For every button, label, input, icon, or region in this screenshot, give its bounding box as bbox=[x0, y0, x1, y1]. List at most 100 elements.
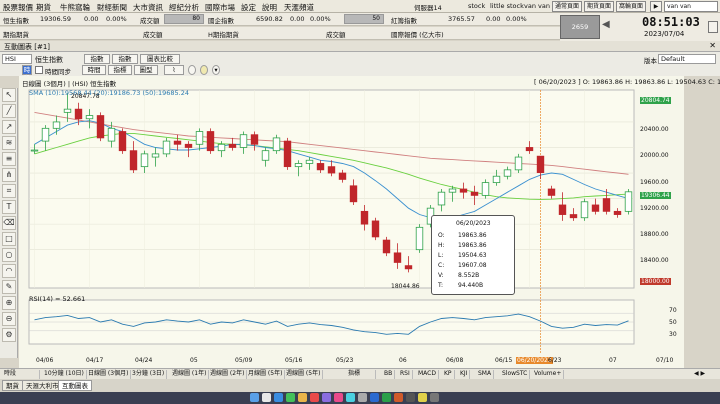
tab-futures[interactable]: 期貨 bbox=[2, 380, 23, 391]
drawing-toolbar: ↖ ╱ ↗ ≋ ≡ ⋔ ⌗ T ⌫ □ ○ ◠ ✎ ⊕ ⊖ ⚙ bbox=[0, 88, 18, 358]
period-item[interactable]: 月線圖 (5年) bbox=[246, 370, 286, 379]
chart-area[interactable]: 日線圖 (3個月) | (HSI) 恒生指數 [ 06/20/2023 ] O:… bbox=[19, 76, 720, 368]
safari-icon[interactable] bbox=[274, 393, 283, 402]
color-circle-icon[interactable] bbox=[200, 65, 208, 75]
music-icon[interactable] bbox=[334, 393, 343, 402]
menu-item[interactable]: 經紀分析 bbox=[169, 2, 199, 13]
messages-icon[interactable] bbox=[286, 393, 295, 402]
calendar-icon[interactable] bbox=[310, 393, 319, 402]
settings-icon[interactable] bbox=[358, 393, 367, 402]
text-tool-icon[interactable]: T bbox=[2, 200, 16, 214]
indicator-button[interactable]: 指標 bbox=[108, 65, 132, 75]
scroll-arrows-icon[interactable]: ◀ ▶ bbox=[692, 370, 707, 379]
channel-tool-icon[interactable]: ≋ bbox=[2, 136, 16, 150]
podcast-icon[interactable] bbox=[322, 393, 331, 402]
candle-body bbox=[283, 140, 292, 168]
candle-body bbox=[96, 115, 105, 139]
period-dropdown[interactable]: 時段 bbox=[2, 370, 40, 379]
square-tool-icon[interactable]: □ bbox=[2, 232, 16, 246]
index-list-button[interactable]: 指數 bbox=[112, 54, 138, 64]
time-button[interactable]: 時間 bbox=[82, 65, 106, 75]
menu-item[interactable]: 大市資訊 bbox=[133, 2, 163, 13]
color-circle-icon[interactable] bbox=[188, 65, 196, 75]
launchpad-icon[interactable] bbox=[262, 393, 271, 402]
menu-item[interactable]: 國際市場 bbox=[205, 2, 235, 13]
close-icon[interactable]: ✕ bbox=[709, 41, 716, 50]
period-button[interactable]: 時段 bbox=[22, 65, 32, 82]
indicator-item[interactable]: SMA bbox=[476, 370, 495, 379]
sync-checkbox[interactable] bbox=[35, 66, 43, 74]
arc-tool-icon[interactable]: ◠ bbox=[2, 264, 16, 278]
finder-icon[interactable] bbox=[250, 393, 259, 402]
circle-tool-icon[interactable]: ○ bbox=[2, 248, 16, 262]
menu-item[interactable]: 股票報價 bbox=[3, 2, 33, 13]
indicator-item[interactable]: SlowSTC bbox=[500, 370, 531, 379]
warrant-page-button[interactable]: 窩輪頁面 bbox=[616, 1, 646, 12]
zoom-out-icon[interactable]: ⊖ bbox=[2, 312, 16, 326]
candle-body bbox=[503, 169, 512, 177]
cursor-icon[interactable]: ↖ bbox=[2, 88, 16, 102]
pencil-icon[interactable]: ✎ bbox=[2, 280, 16, 294]
period-item[interactable]: 週線圖 (2年) bbox=[208, 370, 248, 379]
period-item[interactable]: 日線圖 (3個月) bbox=[86, 370, 132, 379]
symbol-input[interactable]: HSI bbox=[2, 54, 32, 64]
chevron-down-icon[interactable]: ▾ bbox=[212, 65, 220, 75]
tab-tianhui[interactable]: 天滙大利市 bbox=[22, 380, 63, 391]
y-label: 18800.00 bbox=[640, 231, 669, 238]
os-dock bbox=[0, 392, 720, 404]
word-icon[interactable] bbox=[370, 393, 379, 402]
version-select[interactable]: Default bbox=[658, 54, 716, 64]
chart-type-button[interactable]: 圖型 bbox=[134, 65, 158, 75]
indicator-item[interactable]: KJI bbox=[458, 370, 471, 379]
indicator-item[interactable]: BB bbox=[382, 370, 396, 379]
terminal-icon[interactable] bbox=[406, 393, 415, 402]
index-button[interactable]: 指數 bbox=[84, 54, 110, 64]
excel-icon[interactable] bbox=[382, 393, 391, 402]
expand-icon[interactable] bbox=[708, 21, 718, 33]
period-item[interactable]: 3分鐘 (3日) bbox=[130, 370, 168, 379]
line-tool-icon[interactable]: ╱ bbox=[2, 104, 16, 118]
line-chart-icon[interactable]: ⌇ bbox=[164, 65, 184, 75]
market-toggle[interactable]: 2659 bbox=[560, 15, 600, 39]
menu-item[interactable]: 設定 bbox=[241, 2, 256, 13]
settings-icon[interactable]: ⚙ bbox=[2, 328, 16, 342]
gann-tool-icon[interactable]: ⌗ bbox=[2, 184, 16, 198]
app-store-icon[interactable] bbox=[346, 393, 355, 402]
indicator-item[interactable]: KP bbox=[442, 370, 455, 379]
zoom-in-icon[interactable]: ⊕ bbox=[2, 296, 16, 310]
period-item[interactable]: 週線圖 (5年) bbox=[284, 370, 324, 379]
menu-item[interactable]: 天滙頻道 bbox=[284, 2, 314, 13]
tab-interactive-chart[interactable]: 互動圖表 bbox=[58, 380, 92, 391]
tooltip-close: 19607.08 bbox=[458, 262, 487, 269]
notes-icon[interactable] bbox=[298, 393, 307, 402]
normal-page-button[interactable]: 通常頁面 bbox=[552, 1, 582, 12]
indicator-item[interactable]: RSI bbox=[398, 370, 413, 379]
indicator-item[interactable]: MACD bbox=[416, 370, 439, 379]
price-plot-frame bbox=[28, 89, 635, 289]
play-icon[interactable]: ▶ bbox=[650, 1, 662, 12]
candle-body bbox=[481, 182, 490, 196]
period-item[interactable]: 週線圖 (1年) bbox=[170, 370, 210, 379]
period-item[interactable]: 10分鐘 (10日) bbox=[42, 370, 87, 379]
ray-tool-icon[interactable]: ↗ bbox=[2, 120, 16, 134]
candle-body bbox=[459, 188, 468, 193]
candlestick-chart[interactable] bbox=[19, 76, 684, 368]
menu-item[interactable]: 牛熊窩輪 bbox=[60, 2, 90, 13]
fan-tool-icon[interactable]: ⋔ bbox=[2, 168, 16, 182]
user-select[interactable]: van van bbox=[664, 1, 718, 12]
menu-item[interactable]: 說明 bbox=[262, 2, 277, 13]
futures-page-button[interactable]: 期貨頁面 bbox=[584, 1, 614, 12]
menu-item[interactable]: 期貨 bbox=[36, 2, 51, 13]
candle-body bbox=[184, 143, 193, 148]
eraser-icon[interactable]: ⌫ bbox=[2, 216, 16, 230]
chart-compare-button[interactable]: 圖表比較 bbox=[140, 54, 180, 64]
powerpoint-icon[interactable] bbox=[394, 393, 403, 402]
indicator-item[interactable]: Volume+ bbox=[532, 370, 565, 379]
fibonacci-tool-icon[interactable]: ≡ bbox=[2, 152, 16, 166]
trash-icon[interactable] bbox=[430, 393, 439, 402]
app-icon[interactable] bbox=[418, 393, 427, 402]
indicator-dropdown[interactable]: 指標 bbox=[346, 370, 376, 379]
menu-link-little-stock[interactable]: little stock bbox=[490, 2, 524, 10]
menu-item[interactable]: 財經新聞 bbox=[97, 2, 127, 13]
menu-link-stock[interactable]: stock bbox=[468, 2, 485, 10]
